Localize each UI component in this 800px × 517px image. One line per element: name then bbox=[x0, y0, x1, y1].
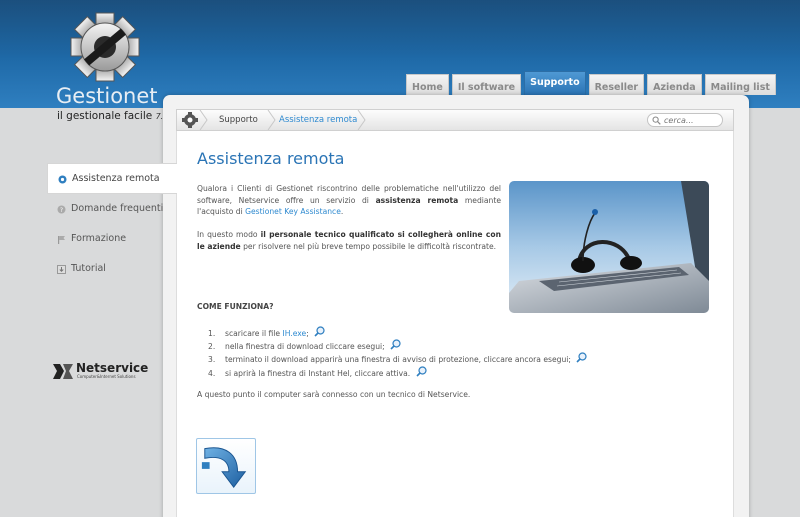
svg-text:?: ? bbox=[60, 207, 63, 214]
search-icon bbox=[652, 116, 661, 125]
steps-list: 1. scaricare il file IH.exe; 2. nella fine… bbox=[208, 326, 587, 379]
how-it-works-heading: COME FUNZIONA? bbox=[197, 302, 274, 311]
page-title: Assistenza remota bbox=[197, 149, 345, 168]
top-navigation: Home Il software Supporto Reseller Azien… bbox=[406, 71, 776, 95]
list-item: 4. si aprirà la finestra di Instant Hel, … bbox=[208, 365, 587, 379]
brand-name: Gestionet bbox=[56, 84, 158, 108]
detail-paragraph: In questo modo il personale tecnico qual… bbox=[197, 230, 501, 251]
search-box[interactable] bbox=[647, 113, 723, 127]
tab-home[interactable]: Home bbox=[406, 74, 449, 95]
zoom-icon[interactable] bbox=[576, 352, 587, 363]
home-gear-icon[interactable] bbox=[179, 111, 201, 129]
intro-paragraph: Qualora i Clienti di Gestionet riscontri… bbox=[197, 184, 501, 216]
partner-tagline: Computer&Internet Solutions bbox=[77, 374, 136, 379]
partner-name: Netservice bbox=[76, 361, 149, 375]
breadcrumb: Supporto Assistenza remota bbox=[176, 109, 734, 131]
download-icon bbox=[57, 265, 66, 274]
tab-il-software[interactable]: Il software bbox=[451, 74, 522, 95]
final-note: A questo punto il computer sarà connesso… bbox=[197, 390, 471, 399]
download-arrow-button[interactable] bbox=[196, 438, 256, 494]
sidebar-item-label: Domande frequenti bbox=[71, 203, 164, 214]
zoom-icon[interactable] bbox=[390, 339, 401, 350]
brand-tagline: il gestionale facile 7.0 bbox=[57, 110, 169, 122]
list-item: 3. terminato il download apparirà una fin… bbox=[208, 352, 587, 365]
question-icon: ? bbox=[57, 205, 66, 214]
tab-mailing-list[interactable]: Mailing list bbox=[704, 74, 776, 95]
breadcrumb-separator-icon bbox=[267, 110, 276, 130]
gear-logo-icon[interactable] bbox=[64, 10, 146, 82]
ih-exe-link[interactable]: IH.exe bbox=[283, 329, 307, 338]
sidebar-item-label: Tutorial bbox=[71, 263, 106, 274]
tab-azienda[interactable]: Azienda bbox=[647, 74, 702, 95]
sidebar-item-label: Formazione bbox=[71, 233, 127, 244]
key-assistance-link[interactable]: Gestionet Key Assistance bbox=[245, 207, 341, 216]
sidebar-item-formazione[interactable]: Formazione bbox=[47, 224, 177, 254]
tab-supporto[interactable]: Supporto bbox=[524, 71, 586, 95]
sidebar-item-label: Assistenza remota bbox=[72, 173, 160, 184]
list-item: 2. nella finestra di download cliccare es… bbox=[208, 339, 587, 352]
sidebar: Assistenza remota ? Domande frequenti Fo… bbox=[47, 163, 177, 284]
breadcrumb-item-current: Assistenza remota bbox=[279, 115, 358, 125]
zoom-icon[interactable] bbox=[416, 365, 427, 377]
netservice-logo[interactable]: Netservice Computer&Internet Solutions bbox=[52, 361, 148, 383]
tab-reseller[interactable]: Reseller bbox=[588, 74, 645, 95]
sidebar-item-domande-frequenti[interactable]: ? Domande frequenti bbox=[47, 194, 177, 224]
netservice-mark-icon bbox=[53, 364, 73, 379]
breadcrumb-separator-icon bbox=[357, 110, 366, 130]
laptop-headset-image bbox=[509, 181, 709, 313]
radio-dot-icon bbox=[58, 175, 67, 184]
zoom-icon[interactable] bbox=[314, 326, 325, 337]
search-input[interactable] bbox=[664, 114, 720, 126]
flag-icon bbox=[58, 236, 65, 244]
sidebar-item-tutorial[interactable]: Tutorial bbox=[47, 254, 177, 284]
sidebar-item-assistenza-remota[interactable]: Assistenza remota bbox=[47, 163, 177, 194]
breadcrumb-item-supporto[interactable]: Supporto bbox=[207, 110, 267, 130]
list-item: 1. scaricare il file IH.exe; bbox=[208, 326, 587, 339]
